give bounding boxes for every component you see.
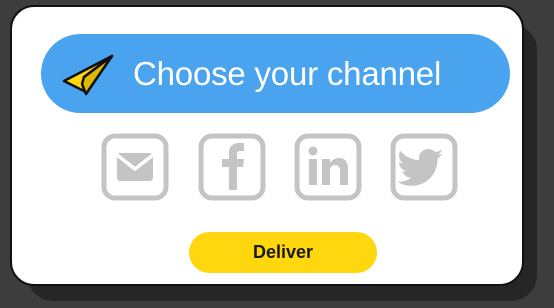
twitter-channel-option[interactable]	[389, 132, 459, 202]
linkedin-channel-option[interactable]	[293, 132, 363, 202]
facebook-icon	[198, 133, 266, 201]
twitter-icon	[390, 133, 458, 201]
linkedin-icon	[294, 133, 362, 201]
paper-plane-icon	[62, 54, 114, 95]
facebook-channel-option[interactable]	[197, 132, 267, 202]
channel-card: Choose your channel Deliver	[10, 5, 524, 286]
header-title: Choose your channel	[133, 54, 442, 92]
header-banner: Choose your channel	[41, 34, 510, 113]
channel-icons	[100, 132, 460, 202]
mail-icon	[101, 133, 169, 201]
email-channel-option[interactable]	[100, 132, 170, 202]
deliver-button[interactable]: Deliver	[189, 232, 377, 273]
